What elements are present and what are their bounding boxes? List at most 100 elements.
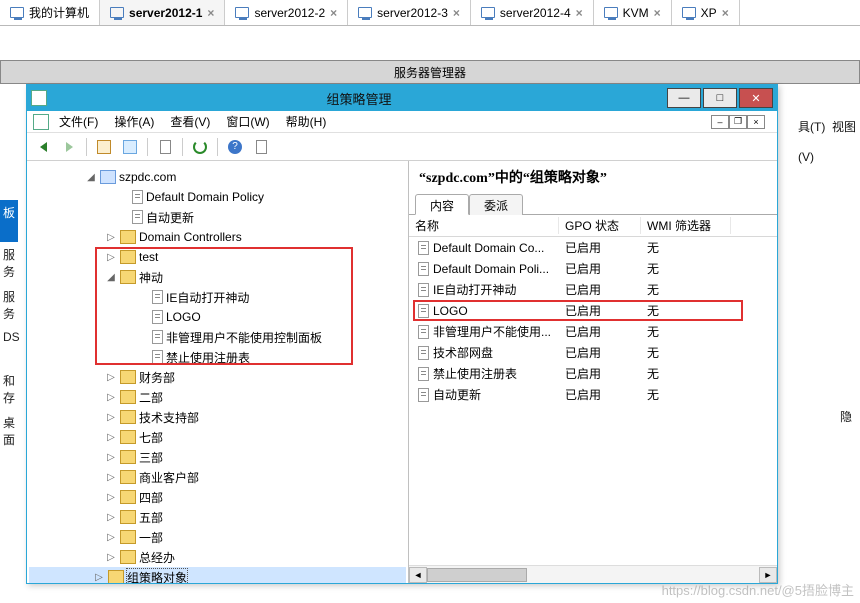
menu-tools[interactable]: 具(T): [798, 120, 825, 134]
domain-node[interactable]: ◢ szpdc.com: [29, 167, 406, 187]
tab-content[interactable]: 内容: [415, 194, 469, 215]
ou-node[interactable]: ▷四部: [29, 487, 406, 507]
list-row[interactable]: IE自动打开神动已启用无: [409, 279, 777, 300]
ou-node[interactable]: ▷财务部: [29, 367, 406, 387]
show-button[interactable]: [118, 136, 142, 158]
gpo-list[interactable]: 名称 GPO 状态 WMI 筛选器 Default Domain Co...已启…: [409, 215, 777, 565]
expand-icon[interactable]: ▷: [105, 252, 117, 263]
ou-icon: [120, 410, 136, 424]
sidebar-item[interactable]: 板: [0, 200, 18, 242]
mdi-restore-button[interactable]: ❐: [729, 115, 747, 129]
menu-window[interactable]: 窗口(W): [220, 111, 275, 132]
list-row[interactable]: 非管理用户不能使用...已启用无: [409, 321, 777, 342]
refresh-button[interactable]: [188, 136, 212, 158]
vm-tab-4[interactable]: server2012-4×: [471, 0, 594, 25]
expand-icon[interactable]: ▷: [105, 512, 117, 523]
vm-tab-kvm[interactable]: KVM×: [594, 0, 672, 25]
col-name[interactable]: 名称: [409, 217, 559, 234]
expand-icon[interactable]: ▷: [93, 572, 105, 583]
expand-icon[interactable]: ▷: [105, 392, 117, 403]
list-row[interactable]: LOGO已启用无: [409, 300, 777, 321]
menu-file[interactable]: 文件(F): [53, 111, 104, 132]
vm-tab-mycomputer[interactable]: 我的计算机: [0, 0, 100, 25]
ou-node[interactable]: ▷test: [29, 247, 406, 267]
ou-node[interactable]: ▷总经办: [29, 547, 406, 567]
menu-view[interactable]: 查看(V): [164, 111, 216, 132]
expand-icon[interactable]: ▷: [105, 532, 117, 543]
scroll-thumb[interactable]: [427, 568, 527, 582]
list-header[interactable]: 名称 GPO 状态 WMI 筛选器: [409, 215, 777, 237]
list-row[interactable]: 自动更新已启用无: [409, 384, 777, 405]
minimize-button[interactable]: —: [667, 88, 701, 108]
list-row[interactable]: 禁止使用注册表已启用无: [409, 363, 777, 384]
sidebar-item[interactable]: 服务: [0, 242, 18, 284]
vm-tab-2[interactable]: server2012-2×: [225, 0, 348, 25]
sidebar-item[interactable]: 服务: [0, 284, 18, 326]
expand-icon[interactable]: ▷: [105, 372, 117, 383]
ou-node[interactable]: ▷二部: [29, 387, 406, 407]
ou-node[interactable]: ▷技术支持部: [29, 407, 406, 427]
forward-button[interactable]: [57, 136, 81, 158]
sidebar-item[interactable]: 和存: [0, 368, 18, 410]
titlebar[interactable]: 组策略管理 — □ ✕: [27, 85, 777, 111]
expand-icon[interactable]: ▷: [105, 552, 117, 563]
result-tabs: 内容 委派: [409, 193, 777, 215]
gpo-link-node[interactable]: LOGO: [29, 307, 406, 327]
ou-node[interactable]: ▷五部: [29, 507, 406, 527]
ou-node[interactable]: ▷Domain Controllers: [29, 227, 406, 247]
maximize-button[interactable]: □: [703, 88, 737, 108]
gpo-link-node[interactable]: 自动更新: [29, 207, 406, 227]
close-icon[interactable]: ×: [654, 6, 661, 20]
scroll-left-button[interactable]: ◄: [409, 567, 427, 583]
export-button[interactable]: [249, 136, 273, 158]
gpo-link-node[interactable]: Default Domain Policy: [29, 187, 406, 207]
gpo-icon: [418, 304, 429, 318]
console-tree[interactable]: ◢ szpdc.com Default Domain Policy 自动更新 ▷D…: [27, 161, 409, 583]
expand-icon[interactable]: ▷: [105, 432, 117, 443]
col-wmi[interactable]: WMI 筛选器: [641, 217, 731, 234]
gpo-link-node[interactable]: 禁止使用注册表: [29, 347, 406, 367]
ou-node[interactable]: ▷一部: [29, 527, 406, 547]
gpo-container-node[interactable]: ▷组策略对象: [29, 567, 406, 583]
refresh-icon: [193, 140, 207, 154]
list-row[interactable]: Default Domain Co...已启用无: [409, 237, 777, 258]
close-icon[interactable]: ×: [207, 6, 214, 20]
expand-icon[interactable]: ▷: [105, 472, 117, 483]
close-icon[interactable]: ×: [722, 6, 729, 20]
vm-tab-xp[interactable]: XP×: [672, 0, 740, 25]
back-button[interactable]: [31, 136, 55, 158]
expand-icon[interactable]: ▷: [105, 232, 117, 243]
help-button[interactable]: ?: [223, 136, 247, 158]
expand-icon[interactable]: ▷: [105, 492, 117, 503]
collapse-icon[interactable]: ◢: [85, 172, 97, 183]
mdi-minimize-button[interactable]: –: [711, 115, 729, 129]
tab-delegation[interactable]: 委派: [469, 194, 523, 215]
up-button[interactable]: [92, 136, 116, 158]
vm-tab-3[interactable]: server2012-3×: [348, 0, 471, 25]
list-row[interactable]: Default Domain Poli...已启用无: [409, 258, 777, 279]
vm-tab-1[interactable]: server2012-1×: [100, 0, 225, 25]
ou-node[interactable]: ▷商业客户部: [29, 467, 406, 487]
folder-up-icon: [97, 140, 111, 154]
mdi-close-button[interactable]: ×: [747, 115, 765, 129]
node-label: szpdc.com: [119, 170, 176, 184]
close-button[interactable]: ✕: [739, 88, 773, 108]
menu-action[interactable]: 操作(A): [108, 111, 160, 132]
properties-button[interactable]: [153, 136, 177, 158]
gpo-link-node[interactable]: IE自动打开神动: [29, 287, 406, 307]
list-row[interactable]: 技术部网盘已启用无: [409, 342, 777, 363]
ou-node[interactable]: ▷三部: [29, 447, 406, 467]
sidebar-item[interactable]: DS: [0, 326, 18, 368]
expand-icon[interactable]: ▷: [105, 412, 117, 423]
close-icon[interactable]: ×: [330, 6, 337, 20]
col-state[interactable]: GPO 状态: [559, 217, 641, 234]
gpo-link-node[interactable]: 非管理用户不能使用控制面板: [29, 327, 406, 347]
sidebar-item[interactable]: 桌面: [0, 410, 18, 452]
ou-node-shendong[interactable]: ◢神动: [29, 267, 406, 287]
menu-help[interactable]: 帮助(H): [280, 111, 333, 132]
close-icon[interactable]: ×: [453, 6, 460, 20]
ou-node[interactable]: ▷七部: [29, 427, 406, 447]
collapse-icon[interactable]: ◢: [105, 272, 117, 283]
expand-icon[interactable]: ▷: [105, 452, 117, 463]
close-icon[interactable]: ×: [576, 6, 583, 20]
